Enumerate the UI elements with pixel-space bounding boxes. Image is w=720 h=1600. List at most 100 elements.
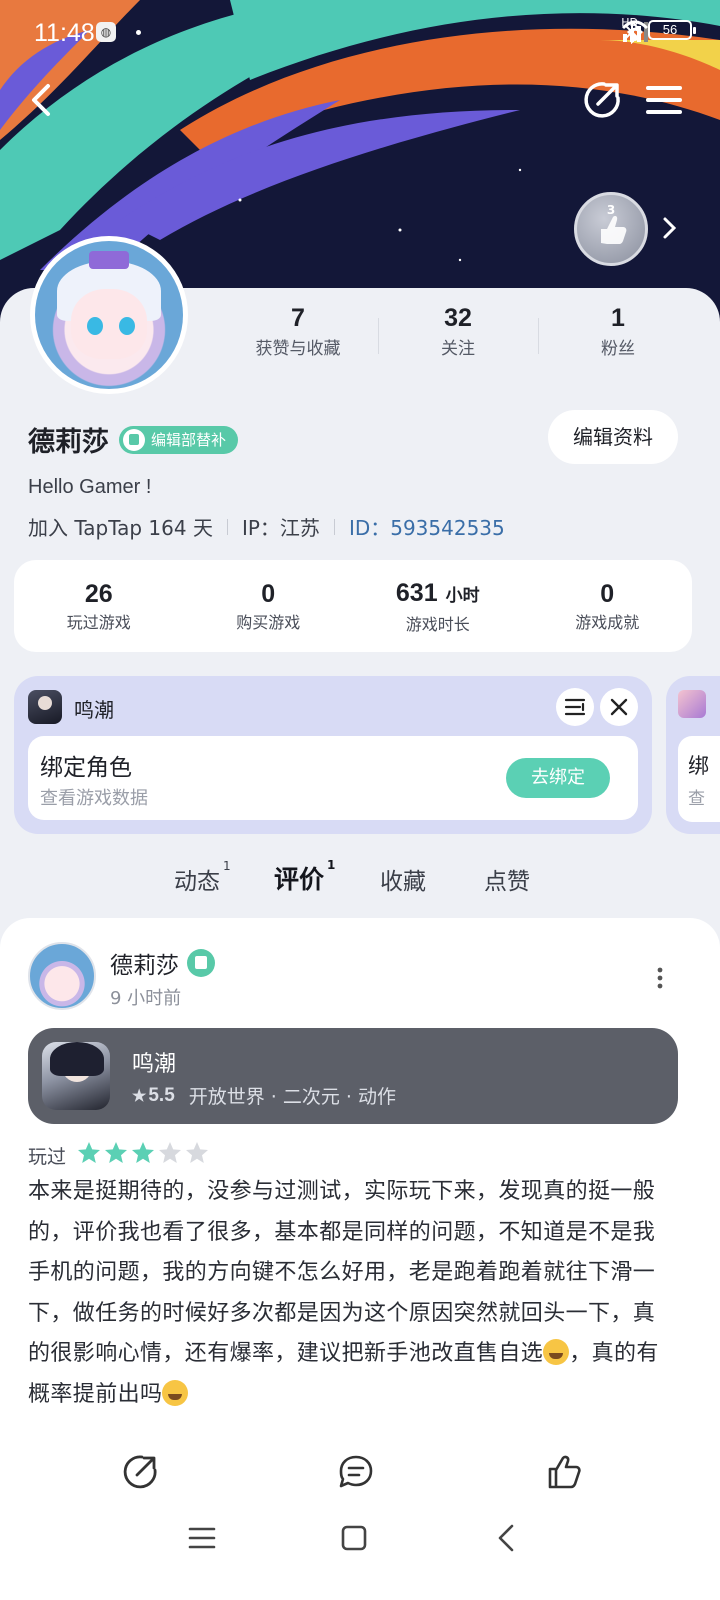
tab-label: 点赞 xyxy=(484,869,530,895)
stat-purchased-games[interactable]: 0 购买游戏 xyxy=(184,577,354,635)
back-button[interactable] xyxy=(22,78,66,122)
share-icon xyxy=(584,82,620,118)
thumbs-up-badge-icon xyxy=(123,428,145,451)
star-icon: ★ xyxy=(132,1087,147,1105)
stat-unit: 小时 xyxy=(445,585,480,605)
bind-game-name: 鸣潮 xyxy=(74,698,114,722)
menu-icon xyxy=(646,86,682,114)
comment-icon xyxy=(339,1455,373,1488)
post-author-avatar[interactable] xyxy=(28,942,96,1010)
game-stats-card: 26 玩过游戏 0 购买游戏 631 小时 游戏时长 0 游戏成就 xyxy=(14,560,692,652)
user-name: 德莉莎 xyxy=(28,427,109,458)
reviewed-game-card[interactable]: 鸣潮 ★ 5.5 开放世界 · 二次元 · 动作 xyxy=(28,1028,678,1124)
system-navigation-bar xyxy=(0,1508,720,1598)
tab-count: 1 xyxy=(223,859,231,874)
filter-icon xyxy=(564,698,586,716)
avatar[interactable] xyxy=(30,236,188,394)
avatar-image xyxy=(35,241,183,389)
stat-label: 购买游戏 xyxy=(236,613,301,632)
profile-meta: 加入 TapTap 164 天 IP：江苏 ID：593542535 xyxy=(28,512,505,541)
social-stats: 7 获赞与收藏 32 关注 1 粉丝 xyxy=(218,300,698,372)
close-card-button[interactable] xyxy=(600,688,638,726)
rating-row: 玩过 xyxy=(28,1140,211,1170)
tab-favorites[interactable]: 收藏 xyxy=(380,862,426,896)
tab-likes[interactable]: 点赞 xyxy=(484,862,530,896)
review-post: 德莉莎 9 小时前 鸣潮 ★ 5.5 开放世界 · 二次元 · 动作 玩过 本来是… xyxy=(0,918,720,1600)
stat-label: 玩过游戏 xyxy=(66,613,131,632)
post-actions xyxy=(0,1448,720,1508)
share-profile-button[interactable] xyxy=(580,78,624,122)
bind-title: 绑 xyxy=(688,754,709,778)
tab-count: 1 xyxy=(327,857,336,872)
stat-label: 关注 xyxy=(441,339,475,359)
comment-button[interactable] xyxy=(336,1452,376,1492)
stat-value: 26 xyxy=(84,580,113,608)
stat-following[interactable]: 32 关注 xyxy=(378,300,538,372)
tab-reviews[interactable]: 评价1 xyxy=(274,857,336,896)
star-icon xyxy=(132,1142,155,1163)
game-score-value: 5.5 xyxy=(148,1084,175,1106)
stat-achievements[interactable]: 0 游戏成就 xyxy=(523,577,693,635)
filter-button[interactable] xyxy=(556,688,594,726)
achievement-medal[interactable]: 3 xyxy=(574,192,648,266)
like-icon xyxy=(548,1455,581,1489)
nav-back-button[interactable] xyxy=(490,1520,526,1556)
battery-indicator: 56 xyxy=(648,20,696,40)
share-button[interactable] xyxy=(120,1452,160,1492)
like-button[interactable] xyxy=(544,1452,584,1492)
back-icon xyxy=(32,84,50,116)
stat-label: 获赞与收藏 xyxy=(255,339,341,359)
tab-label: 动态 xyxy=(174,869,220,895)
wifi-icon xyxy=(622,20,649,41)
review-text-part: 本来是挺期待的，没参与过测试，实际玩下来，发现真的挺一般的，评价我也看了很多，基… xyxy=(28,1179,656,1366)
game-name: 鸣潮 xyxy=(132,1052,177,1077)
stat-likes[interactable]: 7 获赞与收藏 xyxy=(218,300,378,372)
nav-menu-button[interactable] xyxy=(184,1520,220,1556)
tab-activity[interactable]: 动态1 xyxy=(174,859,231,896)
next-bind-card[interactable]: 绑 查 xyxy=(666,676,720,834)
stat-followers[interactable]: 1 粉丝 xyxy=(538,300,698,372)
stat-played-games[interactable]: 26 玩过游戏 xyxy=(14,577,184,635)
status-bar: 11:48 ◍ HD 56 xyxy=(0,0,720,64)
user-bio: Hello Gamer ! xyxy=(28,476,152,498)
bind-subtitle: 查看游戏数据 xyxy=(40,788,148,809)
close-icon xyxy=(610,698,628,716)
post-author-row: 德莉莎 xyxy=(110,946,215,980)
nav-home-button[interactable] xyxy=(336,1520,372,1556)
share-icon xyxy=(123,1455,157,1489)
star-icon xyxy=(186,1142,209,1163)
tab-label: 收藏 xyxy=(380,869,426,895)
bind-role-panel[interactable]: 绑定角色 查看游戏数据 去绑定 xyxy=(28,736,638,820)
post-more-button[interactable] xyxy=(652,966,668,990)
status-time: 11:48 xyxy=(34,19,95,47)
thumbs-up-badge-icon xyxy=(187,949,215,977)
game-score: ★ 5.5 xyxy=(132,1085,175,1107)
stat-value: 1 xyxy=(611,304,625,332)
thumbs-up-medal-icon xyxy=(601,216,627,244)
edit-profile-button[interactable]: 编辑资料 xyxy=(548,410,678,464)
joined-days: 加入 TapTap 164 天 xyxy=(28,516,213,540)
medal-more-button[interactable] xyxy=(660,214,680,242)
user-id[interactable]: ID：593542535 xyxy=(349,512,505,541)
role-badge[interactable]: 编辑部替补 xyxy=(119,425,239,454)
post-author-name[interactable]: 德莉莎 xyxy=(110,946,179,980)
stat-value: 0 xyxy=(261,580,276,608)
more-vertical-icon xyxy=(657,967,663,989)
star-icon xyxy=(105,1142,128,1163)
divider xyxy=(226,518,228,535)
stat-value: 32 xyxy=(444,304,472,332)
more-menu-button[interactable] xyxy=(642,78,686,122)
post-time: 9 小时前 xyxy=(110,988,182,1009)
name-row: 德莉莎 编辑部替补 xyxy=(28,420,239,459)
divider xyxy=(333,518,335,535)
stat-play-time[interactable]: 631 小时 游戏时长 xyxy=(353,576,523,637)
game-thumbnail xyxy=(28,690,62,724)
chevron-right-icon xyxy=(663,217,677,239)
star-icon xyxy=(159,1142,182,1163)
profile-tabs: 动态1 评价1 收藏 点赞 xyxy=(0,858,720,902)
bind-title: 绑定角色 xyxy=(40,755,132,781)
bind-button[interactable]: 去绑定 xyxy=(506,758,610,798)
review-text[interactable]: 本来是挺期待的，没参与过测试，实际玩下来，发现真的挺一般的，评价我也看了很多，基… xyxy=(28,1172,664,1415)
bind-subtitle: 查 xyxy=(688,789,705,809)
rating-stars xyxy=(76,1140,211,1170)
